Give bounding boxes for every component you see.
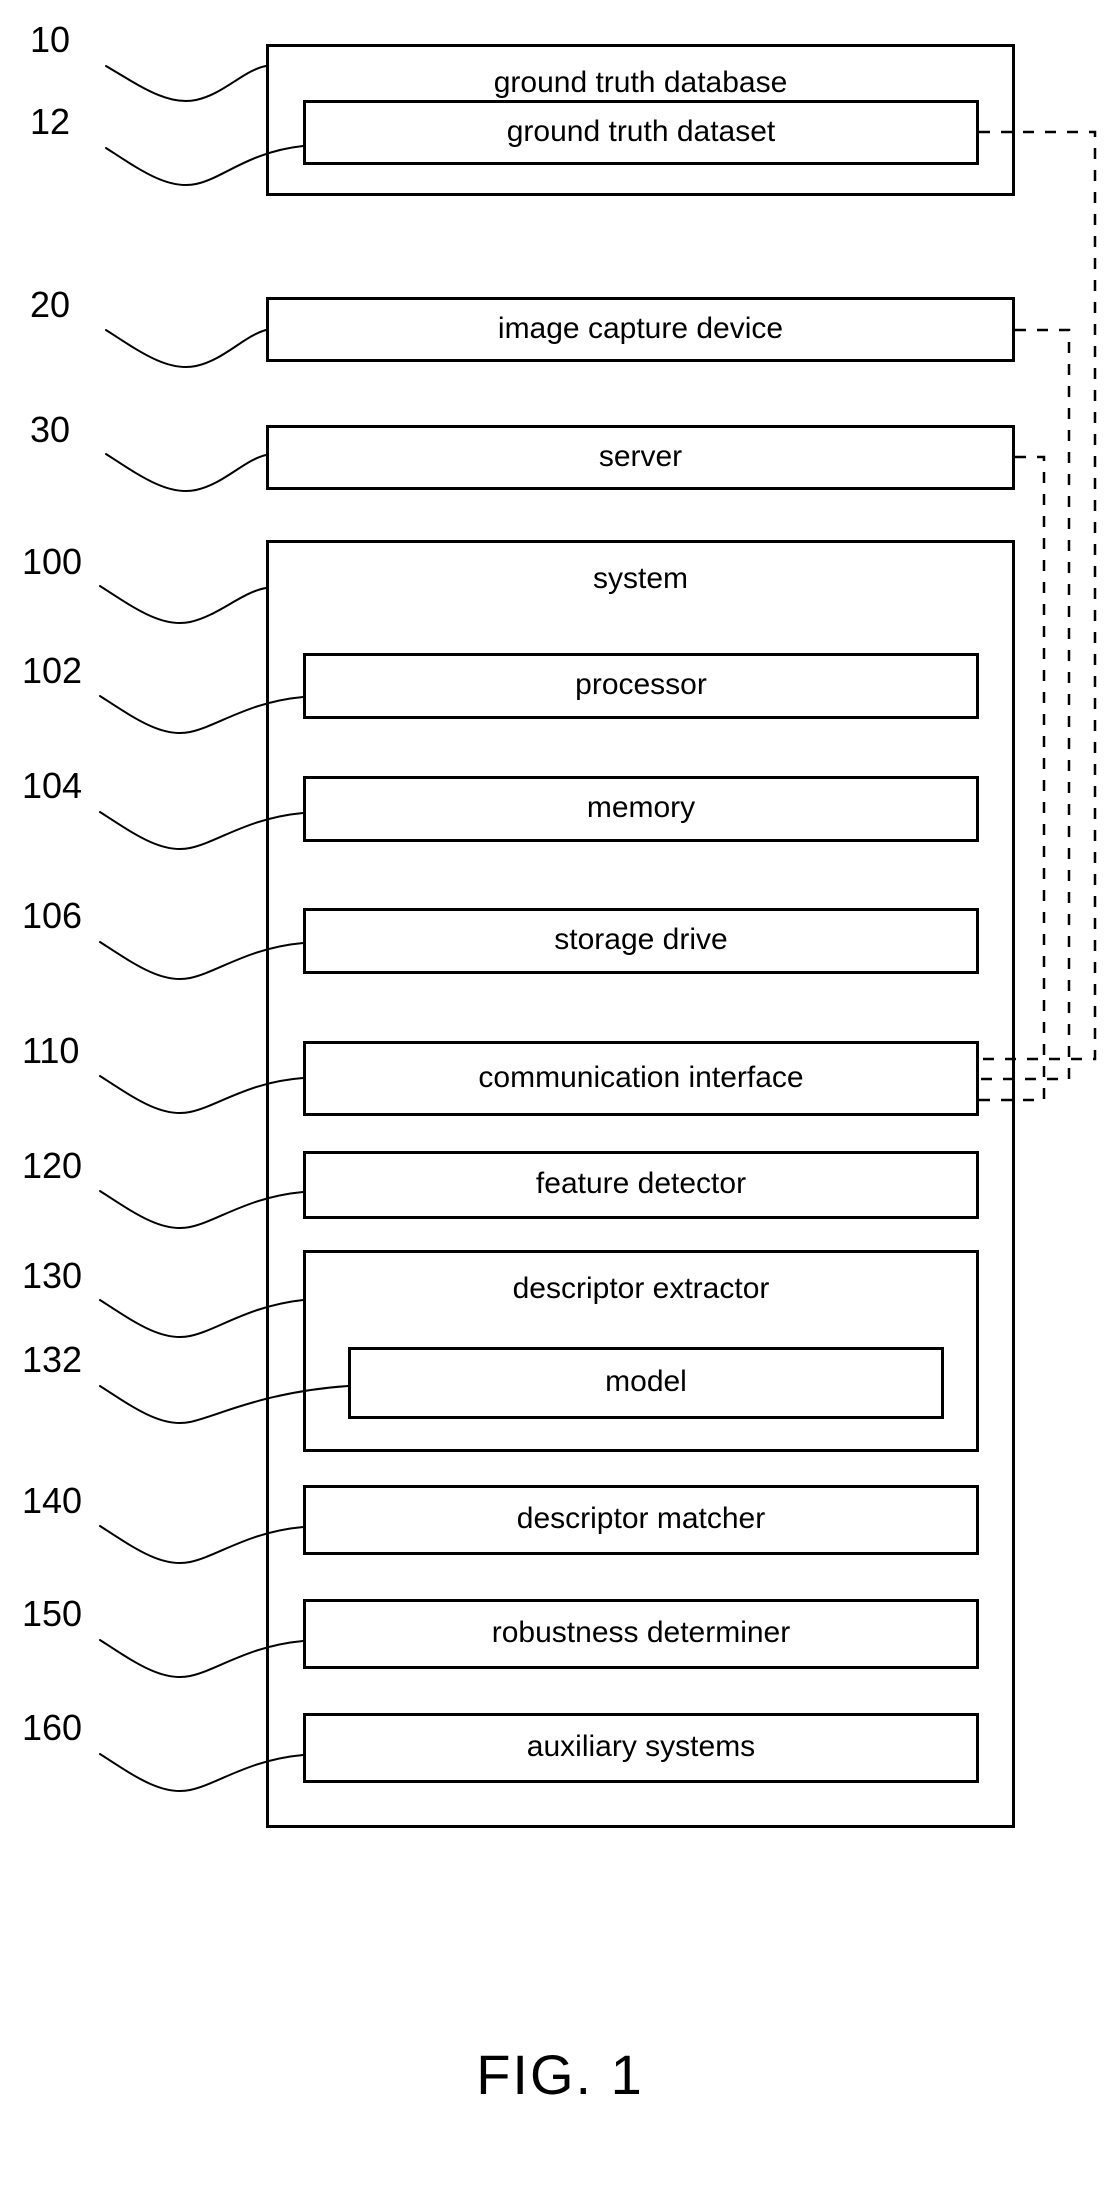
block-label-system: system xyxy=(592,562,688,595)
reference-numeral-132: 132 xyxy=(22,1339,83,1380)
block-label-model: model xyxy=(605,1365,687,1398)
block-label-communication-interface: communication interface xyxy=(478,1060,804,1094)
reference-numeral-160: 160 xyxy=(22,1707,83,1748)
block-label-image-capture-device: image capture device xyxy=(497,311,784,345)
reference-numeral-100: 100 xyxy=(22,541,83,582)
reference-numeral-110: 110 xyxy=(22,1030,80,1071)
block-label-feature-detector: feature detector xyxy=(535,1167,747,1200)
reference-numeral-10: 10 xyxy=(30,19,71,60)
block-label-ground-truth-dataset: ground truth dataset xyxy=(506,114,776,148)
block-label-processor: processor xyxy=(575,668,707,701)
leader-line-100 xyxy=(99,585,267,625)
block-label-server: server xyxy=(598,439,683,473)
patent-figure: ground truth database ground truth datas… xyxy=(0,0,1120,2202)
reference-numeral-106: 106 xyxy=(22,895,83,936)
reference-numeral-30: 30 xyxy=(30,409,71,450)
leader-line-10 xyxy=(105,65,267,103)
block-label-descriptor-extractor: descriptor extractor xyxy=(512,1272,770,1305)
block-label-descriptor-matcher: descriptor matcher xyxy=(516,1502,766,1535)
block-label-robustness-determiner: robustness determiner xyxy=(491,1616,791,1649)
reference-numeral-102: 102 xyxy=(22,650,83,691)
figure-caption: FIG. 1 xyxy=(476,2043,644,2106)
block-label-ground-truth-database: ground truth database xyxy=(493,66,788,99)
reference-numeral-130: 130 xyxy=(22,1255,83,1296)
block-label-memory: memory xyxy=(586,791,696,824)
reference-numeral-104: 104 xyxy=(22,765,83,806)
reference-numeral-150: 150 xyxy=(22,1593,83,1634)
reference-numeral-120: 120 xyxy=(22,1145,83,1186)
reference-numeral-12: 12 xyxy=(30,101,71,142)
block-label-storage-drive: storage drive xyxy=(554,923,728,956)
block-label-auxiliary-systems: auxiliary systems xyxy=(526,1730,756,1763)
reference-numeral-20: 20 xyxy=(30,284,71,325)
reference-numeral-140: 140 xyxy=(22,1480,83,1521)
leader-line-20 xyxy=(105,329,267,369)
leader-line-30 xyxy=(105,453,267,493)
